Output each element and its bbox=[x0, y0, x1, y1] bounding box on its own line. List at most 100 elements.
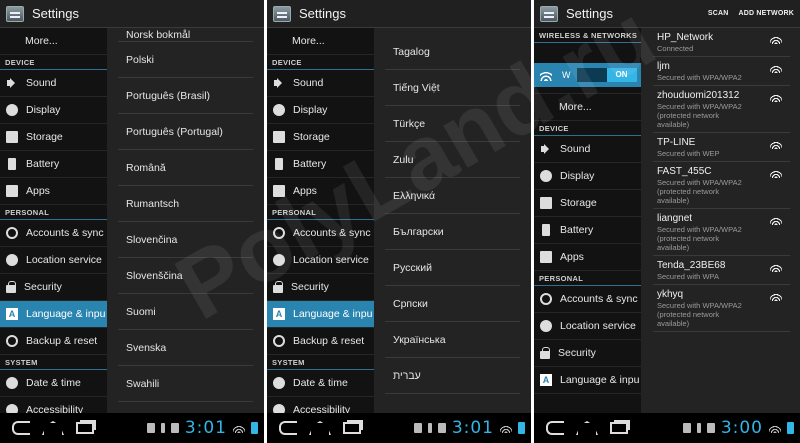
sidebar-item-accessibility[interactable]: Accessibility bbox=[0, 397, 107, 413]
sidebar-item-accounts-sync[interactable]: Accounts & sync bbox=[0, 220, 107, 247]
sidebar-item-language-inpu[interactable]: A Language & inpu bbox=[0, 301, 107, 328]
sidebar-item-storage[interactable]: Storage bbox=[267, 124, 374, 151]
sidebar-item-sound[interactable]: Sound bbox=[267, 70, 374, 97]
wifi-icon bbox=[540, 69, 552, 81]
sidebar-item-storage[interactable]: Storage bbox=[0, 124, 107, 151]
language-option[interactable]: Zulu bbox=[385, 142, 520, 178]
language-option[interactable]: Русский bbox=[385, 250, 520, 286]
language-option[interactable]: Svenska bbox=[118, 330, 253, 366]
language-option[interactable]: Ελληνικά bbox=[385, 178, 520, 214]
language-option[interactable]: עברית bbox=[385, 358, 520, 394]
back-icon[interactable] bbox=[12, 421, 30, 435]
settings-panel-wifi: Settings SCAN ADD NETWORK WIRELESS & NET… bbox=[534, 0, 800, 443]
language-option[interactable]: Tagalog bbox=[385, 34, 520, 70]
system-tray[interactable]: 3:00 bbox=[682, 418, 794, 438]
sidebar-item-date-time[interactable]: Date & time bbox=[267, 370, 374, 397]
home-icon[interactable] bbox=[576, 421, 598, 435]
sidebar-item-apps[interactable]: Apps bbox=[267, 178, 374, 205]
sidebar-item-security[interactable]: Security bbox=[0, 274, 107, 301]
system-nav-bar: 3:01 bbox=[0, 413, 264, 443]
language-option[interactable]: Suomi bbox=[118, 294, 253, 330]
usb-icon bbox=[160, 423, 165, 433]
language-option[interactable]: Română bbox=[118, 150, 253, 186]
add-network-button[interactable]: ADD NETWORK bbox=[739, 10, 794, 17]
sidebar-item-location-service[interactable]: Location service bbox=[534, 313, 641, 340]
circle-icon bbox=[6, 104, 18, 116]
settings-panel-language-1: Settings More... DEVICE Sound Display Storag… bbox=[0, 0, 264, 443]
sidebar-item-backup-reset[interactable]: Backup & reset bbox=[267, 328, 374, 355]
sidebar-item-security[interactable]: Security bbox=[534, 340, 641, 367]
language-option[interactable]: Norsk bokmål bbox=[118, 28, 253, 42]
system-tray[interactable]: 3:01 bbox=[146, 418, 258, 438]
letter-icon: A bbox=[540, 374, 552, 386]
sidebar-item-more[interactable]: More... bbox=[267, 28, 374, 55]
sidebar-item-label: Accessibility bbox=[26, 404, 84, 413]
wifi-item[interactable]: W ON bbox=[534, 63, 641, 87]
sidebar-item-date-time[interactable]: Date & time bbox=[0, 370, 107, 397]
system-tray[interactable]: 3:01 bbox=[413, 418, 525, 438]
sidebar-item-location-service[interactable]: Location service bbox=[0, 247, 107, 274]
sidebar-item-battery[interactable]: Battery bbox=[534, 217, 641, 244]
language-option[interactable]: Українська bbox=[385, 322, 520, 358]
sidebar-item-label: Security bbox=[558, 347, 596, 359]
language-option[interactable]: Slovenščina bbox=[118, 258, 253, 294]
language-option[interactable]: Rumantsch bbox=[118, 186, 253, 222]
sidebar-item-security[interactable]: Security bbox=[267, 274, 374, 301]
language-option[interactable]: Türkçe bbox=[385, 106, 520, 142]
language-option[interactable]: Српски bbox=[385, 286, 520, 322]
recent-apps-icon[interactable] bbox=[610, 422, 628, 434]
settings-app-icon[interactable] bbox=[6, 5, 24, 22]
language-option[interactable]: Tiếng Việt bbox=[385, 70, 520, 106]
sidebar-item-accessibility[interactable]: Accessibility bbox=[267, 397, 374, 413]
back-icon[interactable] bbox=[279, 421, 297, 435]
sidebar-item-accounts-sync[interactable]: Accounts & sync bbox=[534, 286, 641, 313]
wifi-network-item[interactable]: Tenda_23BE68 Secured with WPA bbox=[653, 256, 790, 285]
sidebar-item-accounts-sync[interactable]: Accounts & sync bbox=[267, 220, 374, 247]
sidebar-item-sound[interactable]: Sound bbox=[0, 70, 107, 97]
sidebar-item-backup-reset[interactable]: Backup & reset bbox=[0, 328, 107, 355]
wifi-signal-icon bbox=[770, 293, 782, 301]
language-option[interactable]: Português (Portugal) bbox=[118, 114, 253, 150]
sidebar-item-language-inpu[interactable]: A Language & inpu bbox=[267, 301, 374, 328]
back-icon[interactable] bbox=[546, 421, 564, 435]
sidebar-item-display[interactable]: Display bbox=[0, 97, 107, 124]
language-option[interactable]: Polski bbox=[118, 42, 253, 78]
sidebar-item-apps[interactable]: Apps bbox=[0, 178, 107, 205]
language-option[interactable]: Български bbox=[385, 214, 520, 250]
wifi-toggle-switch[interactable]: ON bbox=[576, 68, 637, 82]
sidebar-item-language-inpu[interactable]: A Language & inpu bbox=[534, 367, 641, 394]
language-option[interactable]: Português (Brasil) bbox=[118, 78, 253, 114]
recent-apps-icon[interactable] bbox=[343, 422, 361, 434]
wifi-network-item[interactable]: FAST_455C Secured with WPA/WPA2 (protecte… bbox=[653, 162, 790, 209]
sidebar-item-sound[interactable]: Sound bbox=[534, 136, 641, 163]
home-icon[interactable] bbox=[309, 421, 331, 435]
sidebar-item-label: Security bbox=[291, 281, 329, 293]
settings-app-icon[interactable] bbox=[273, 5, 291, 22]
sidebar-item-display[interactable]: Display bbox=[267, 97, 374, 124]
wifi-network-item[interactable]: HP_Network Connected bbox=[653, 28, 790, 57]
sidebar-item-battery[interactable]: Battery bbox=[267, 151, 374, 178]
wifi-network-item[interactable]: ykhyq Secured with WPA/WPA2 (protected ne… bbox=[653, 285, 790, 332]
language-option[interactable]: Swahili bbox=[118, 366, 253, 402]
sidebar-item-location-service[interactable]: Location service bbox=[267, 247, 374, 274]
battery-icon bbox=[542, 224, 550, 236]
wifi-network-item[interactable]: TP-LINE Secured with WEP bbox=[653, 133, 790, 162]
sidebar-item-battery[interactable]: Battery bbox=[0, 151, 107, 178]
wifi-network-item[interactable]: zhouduomi201312 Secured with WPA/WPA2 (pr… bbox=[653, 86, 790, 133]
home-icon[interactable] bbox=[42, 421, 64, 435]
wifi-network-item[interactable]: ljm Secured with WPA/WPA2 bbox=[653, 57, 790, 86]
wifi-network-item[interactable]: liangnet Secured with WPA/WPA2 (protected… bbox=[653, 209, 790, 256]
circle-icon bbox=[540, 170, 552, 182]
recent-apps-icon[interactable] bbox=[76, 422, 94, 434]
action-bar: Settings SCAN ADD NETWORK bbox=[534, 0, 800, 28]
sidebar-item-storage[interactable]: Storage bbox=[534, 190, 641, 217]
network-status: Secured with WEP bbox=[657, 149, 720, 158]
sidebar-item-more[interactable]: More... bbox=[534, 94, 641, 121]
scan-button[interactable]: SCAN bbox=[708, 10, 729, 17]
language-option[interactable]: Slovenčina bbox=[118, 222, 253, 258]
sidebar-item-display[interactable]: Display bbox=[534, 163, 641, 190]
sidebar-item-label: Backup & reset bbox=[293, 335, 365, 347]
sidebar-item-more[interactable]: More... bbox=[0, 28, 107, 55]
settings-app-icon[interactable] bbox=[540, 5, 558, 22]
sidebar-item-apps[interactable]: Apps bbox=[534, 244, 641, 271]
